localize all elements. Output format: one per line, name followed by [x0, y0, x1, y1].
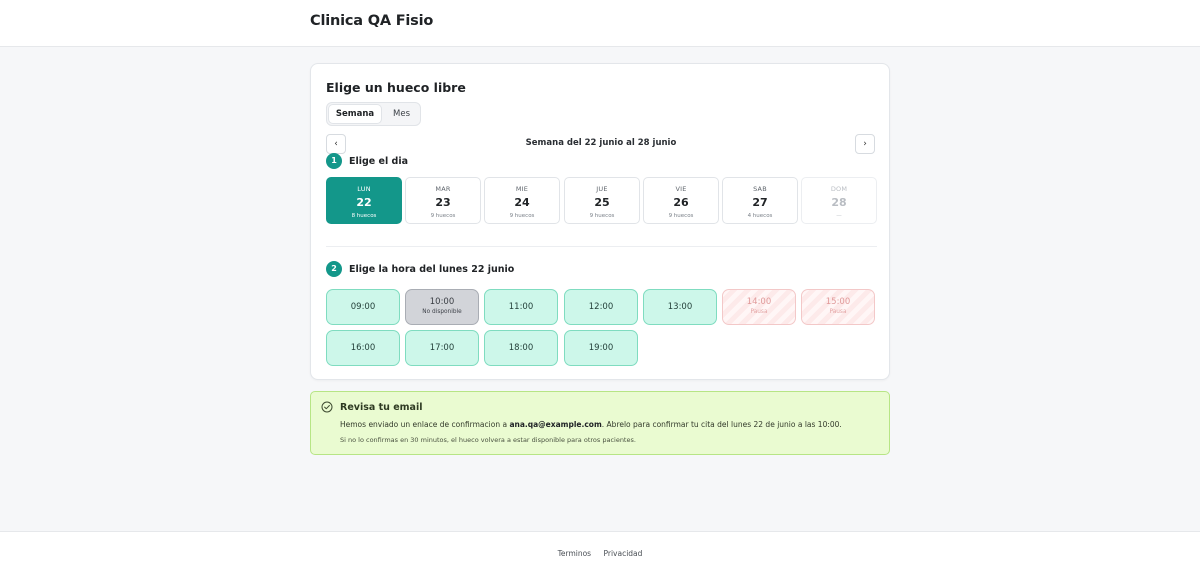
day-card[interactable]: MIE 24 9 huecos: [484, 177, 560, 224]
time-slot-grid: 09:00 10:00 No disponible 11:00 12:00 13:00 14…: [326, 289, 877, 366]
day-slot-count: 9 huecos: [430, 213, 456, 219]
day-slot-count: 4 huecos: [747, 213, 773, 219]
step-number: 1: [326, 153, 342, 169]
step-choose-day: 1 Elige el dia: [326, 153, 408, 169]
day-card: DOM 28 —: [801, 177, 877, 224]
day-number: 23: [435, 196, 451, 209]
time-slot[interactable]: 11:00: [484, 289, 558, 325]
day-number: 22: [356, 196, 372, 209]
day-card[interactable]: JUE 25 9 huecos: [564, 177, 640, 224]
time-slot[interactable]: 19:00: [564, 330, 638, 366]
slot-time: 14:00: [746, 297, 772, 307]
slot-time: 18:00: [508, 343, 534, 353]
divider: [326, 246, 877, 247]
footer-link-terms[interactable]: Terminos: [558, 549, 592, 558]
footer: Terminos Privacidad: [0, 531, 1200, 579]
time-slot[interactable]: 12:00: [564, 289, 638, 325]
next-week-button[interactable]: ›: [855, 134, 875, 154]
day-name: MIE: [515, 185, 529, 193]
day-number: 24: [514, 196, 530, 209]
notice-hint: Si no lo confirmas en 30 minutos, el hue…: [340, 436, 636, 444]
footer-link-privacy[interactable]: Privacidad: [603, 549, 642, 558]
day-name: VIE: [675, 185, 687, 193]
email-notice: Revisa tu email Hemos enviado un enlace …: [310, 391, 890, 455]
time-slot[interactable]: 16:00: [326, 330, 400, 366]
day-slot-count: 9 huecos: [589, 213, 615, 219]
time-slot[interactable]: 09:00: [326, 289, 400, 325]
check-circle-icon: [321, 401, 333, 413]
day-card[interactable]: SAB 27 4 huecos: [722, 177, 798, 224]
time-slot[interactable]: 18:00: [484, 330, 558, 366]
view-toggle: Semana Mes: [326, 102, 421, 126]
time-slot[interactable]: 13:00: [643, 289, 717, 325]
time-slot: 14:00 Pausa: [722, 289, 796, 325]
day-card[interactable]: MAR 23 9 huecos: [405, 177, 481, 224]
slot-time: 13:00: [667, 302, 693, 312]
day-slot-count: 9 huecos: [509, 213, 535, 219]
day-card[interactable]: LUN 22 8 huecos: [326, 177, 402, 224]
notice-message: Hemos enviado un enlace de confirmacion …: [340, 420, 842, 429]
day-number: 27: [752, 196, 768, 209]
day-slot-count: 9 huecos: [668, 213, 694, 219]
brand-name: Clinica QA Fisio: [310, 13, 434, 29]
slot-time: 19:00: [588, 343, 614, 353]
day-card[interactable]: VIE 26 9 huecos: [643, 177, 719, 224]
day-number: 25: [594, 196, 610, 209]
slot-time: 11:00: [508, 302, 534, 312]
slot-status: Pausa: [750, 309, 768, 315]
time-slot: 15:00 Pausa: [801, 289, 875, 325]
step-label: Elige el dia: [349, 155, 409, 167]
prev-week-button[interactable]: ‹: [326, 134, 346, 154]
footer-links: Terminos Privacidad: [0, 549, 1200, 558]
step-choose-time: 2 Elige la hora del lunes 22 junio: [326, 261, 514, 277]
step-number: 2: [326, 261, 342, 277]
booking-card: Elige un hueco libre Semana Mes ‹ Semana…: [310, 63, 890, 380]
chevron-left-icon: ‹: [334, 139, 338, 149]
slot-time: 16:00: [350, 343, 376, 353]
notice-message-prefix: Hemos enviado un enlace de confirmacion …: [340, 420, 510, 429]
day-name: SAB: [753, 185, 767, 193]
week-label: Semana del 22 junio al 28 junio: [525, 138, 677, 148]
slot-time: 09:00: [350, 302, 376, 312]
slot-time: 15:00: [825, 297, 851, 307]
notice-email: ana.qa@example.com: [509, 420, 602, 429]
day-name: JUE: [596, 185, 608, 193]
day-name: DOM: [830, 185, 848, 193]
slot-status: Pausa: [829, 309, 847, 315]
slot-status: No disponible: [422, 309, 462, 315]
day-number: 28: [831, 196, 847, 209]
day-number: 26: [673, 196, 689, 209]
tab-week[interactable]: Semana: [329, 105, 381, 123]
chevron-right-icon: ›: [863, 139, 867, 149]
day-slot-count: —: [836, 213, 842, 219]
day-name: MAR: [435, 185, 451, 193]
day-name: LUN: [357, 185, 371, 193]
time-slot[interactable]: 17:00: [405, 330, 479, 366]
slot-time: 17:00: [429, 343, 455, 353]
day-picker: LUN 22 8 huecos MAR 23 9 huecos MIE 24 9 huecos J…: [326, 177, 877, 224]
top-bar: Clinica QA Fisio: [0, 0, 1200, 47]
day-slot-count: 8 huecos: [351, 213, 377, 219]
step-label: Elige la hora del lunes 22 junio: [349, 263, 515, 275]
notice-title: Revisa tu email: [340, 402, 423, 413]
tab-month[interactable]: Mes: [385, 105, 418, 123]
slot-time: 10:00: [429, 297, 455, 307]
slot-time: 12:00: [588, 302, 614, 312]
booking-title: Elige un hueco libre: [326, 80, 466, 95]
time-slot: 10:00 No disponible: [405, 289, 479, 325]
notice-message-suffix: . Abrelo para confirmar tu cita del lune…: [601, 420, 842, 429]
